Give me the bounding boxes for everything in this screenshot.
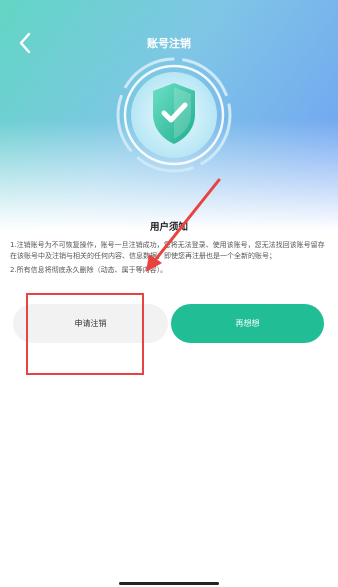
- page-title: 账号注销: [147, 37, 191, 50]
- home-indicator: [119, 582, 219, 585]
- reconsider-label: 再想想: [235, 319, 260, 328]
- shield-illustration: [115, 56, 233, 174]
- reconsider-button[interactable]: 再想想: [171, 304, 324, 343]
- annotation-highlight-box: [26, 293, 144, 375]
- notice-item-1: 1.注销账号为不可恢复操作，账号一旦注销成功，您将无法登录、使用该账号，您无法找…: [10, 241, 325, 260]
- notice-title: 用户须知: [149, 222, 188, 233]
- notice-item-2: 2.所有信息将彻底永久删除（动态、属于等内容）。: [10, 266, 168, 274]
